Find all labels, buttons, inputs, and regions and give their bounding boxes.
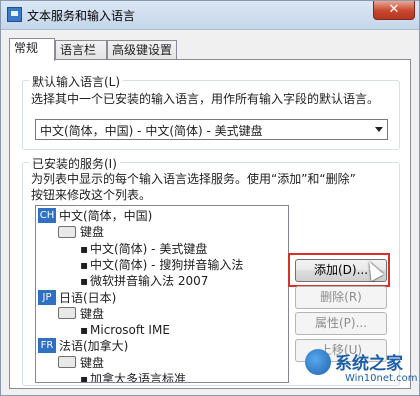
tree-language-ch[interactable]: CH 中文(简体，中国) <box>38 208 152 224</box>
default-language-description: 选择其中一个已安装的输入语言，用作所有输入字段的默认语言。 <box>31 92 380 106</box>
remove-button[interactable]: 删除(R) <box>295 286 387 309</box>
properties-button[interactable]: 属性(P)... <box>295 312 387 335</box>
tab-advanced-key-settings[interactable]: 高级键设置 <box>107 40 177 59</box>
tree-keyboard-group[interactable]: 键盘 <box>58 355 104 371</box>
watermark: 系统之家 Win10net.com <box>305 345 417 393</box>
bullet-icon: ▪ <box>80 257 89 272</box>
watermark-logo-icon <box>305 349 331 375</box>
default-language-dropdown[interactable]: 中文(简体，中国) - 中文(简体) - 美式键盘 <box>35 119 388 140</box>
window-title: 文本服务和输入语言 <box>27 9 136 23</box>
tree-item-label: Microsoft IME <box>90 323 170 338</box>
watermark-title: 系统之家 <box>335 354 403 374</box>
bullet-icon: ▪ <box>80 241 89 256</box>
tree-item-label: 中文(简体) - 搜狗拼音输入法 <box>90 257 244 272</box>
dialog-window: 文本服务和输入语言 ✕ 常规 语言栏 高级键设置 默认输入语言(L) 选择其中一… <box>0 0 420 396</box>
tree-keyboard-group[interactable]: 键盘 <box>58 306 104 322</box>
tree-language-fr[interactable]: FR 法语(加拿大) <box>38 338 128 354</box>
installed-services-label: 已安装的服务(I) <box>29 155 120 172</box>
language-badge-icon: CH <box>38 208 56 223</box>
tree-service-item[interactable]: ▪ Microsoft IME <box>80 322 170 338</box>
installed-services-description-line1: 为列表中显示的每个输入语言选择服务。使用“添加”和“删除” <box>31 172 356 186</box>
title-bar[interactable]: 文本服务和输入语言 ✕ <box>1 1 419 30</box>
tree-item-label: 键盘 <box>80 306 105 321</box>
close-button[interactable]: ✕ <box>373 1 415 20</box>
tree-service-item[interactable]: ▪ 微软拼音输入法 2007 <box>80 273 208 289</box>
keyboard-icon <box>58 307 76 320</box>
bullet-icon: ▪ <box>80 274 89 289</box>
installed-services-description-line2: 按钮来修改这个列表。 <box>31 188 152 202</box>
tree-service-item[interactable]: ▪ 中文(简体) - 美式键盘 <box>80 241 207 257</box>
watermark-subtitle: Win10net.com <box>345 373 418 384</box>
tree-item-label: 中文(简体) - 美式键盘 <box>90 241 208 256</box>
bullet-icon: ▪ <box>80 323 89 338</box>
installed-services-tree[interactable]: CH 中文(简体，中国) 键盘 ▪ 中文(简体) - 美式键盘 ▪ 中文(简体) - 搜狗拼… <box>35 205 289 383</box>
language-badge-icon: FR <box>38 338 56 354</box>
tree-item-label: 微软拼音输入法 2007 <box>90 274 209 289</box>
tree-item-label: 中文(简体，中国) <box>59 209 153 223</box>
tree-language-jp[interactable]: JP 日语(日本) <box>38 289 117 306</box>
tree-item-label: 法语(加拿大) <box>59 339 129 354</box>
default-language-selected: 中文(简体，中国) - 中文(简体) - 美式键盘 <box>40 124 263 138</box>
tree-item-label: 键盘 <box>80 225 105 240</box>
chevron-down-icon <box>375 127 383 132</box>
keyboard-icon <box>58 356 76 369</box>
tree-item-label: 日语(日本) <box>59 290 117 305</box>
tab-general[interactable]: 常规 <box>9 38 55 61</box>
tree-service-item[interactable]: ▪ 中文(简体) - 搜狗拼音输入法 <box>80 257 243 273</box>
tab-language-bar[interactable]: 语言栏 <box>55 40 107 59</box>
tree-keyboard-group[interactable]: 键盘 <box>58 224 104 240</box>
default-language-label: 默认输入语言(L) <box>29 73 124 90</box>
tree-item-label: 键盘 <box>80 355 105 370</box>
keyboard-icon <box>58 225 76 238</box>
tree-service-item[interactable]: ▪ 加拿大多语言标准 <box>80 371 187 383</box>
app-icon <box>7 7 22 22</box>
bullet-icon: ▪ <box>80 372 89 383</box>
language-badge-icon: JP <box>38 289 56 305</box>
tree-item-label: 加拿大多语言标准 <box>90 372 187 383</box>
